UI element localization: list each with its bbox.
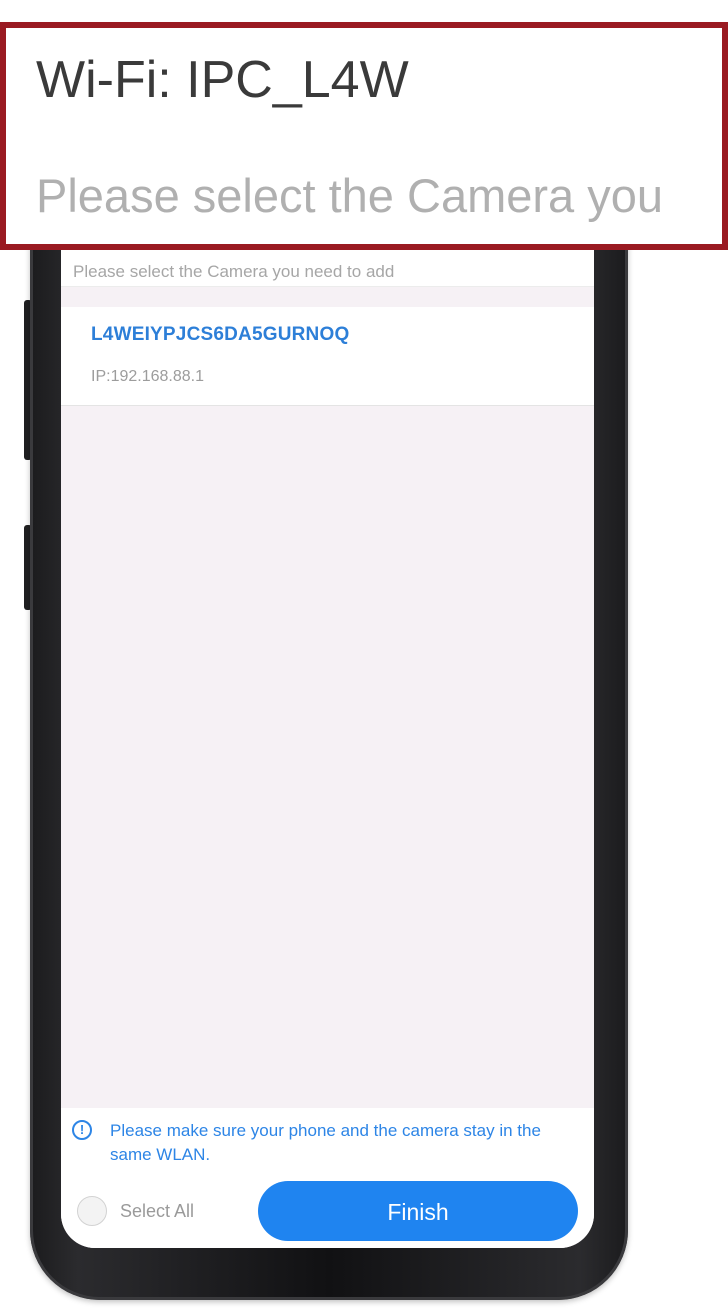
camera-select-hint-text: Please select the Camera you need to add <box>73 262 395 281</box>
wifi-network-label: Wi-Fi: IPC_L4W <box>36 51 409 109</box>
camera-ip-address: IP:192.168.88.1 <box>91 368 204 385</box>
camera-id: L4WEIYPJCS6DA5GURNOQ <box>91 324 350 345</box>
camera-list-item[interactable]: L4WEIYPJCS6DA5GURNOQ IP:192.168.88.1 <box>61 307 594 406</box>
finish-button[interactable]: Finish <box>258 1181 578 1241</box>
select-all-label: Select All <box>120 1200 195 1221</box>
phone-screen: Please select the Camera you need to add… <box>61 180 594 1248</box>
bottom-action-panel: ! Please make sure your phone and the ca… <box>61 1108 594 1248</box>
info-icon: ! <box>72 1120 92 1140</box>
select-all-radio[interactable] <box>77 1196 107 1226</box>
callout-hint-text: Please select the Camera you <box>36 169 663 222</box>
wlan-notice: Please make sure your phone and the came… <box>110 1121 541 1164</box>
zoom-callout: Wi-Fi: IPC_L4W Please select the Camera … <box>0 22 728 250</box>
page: Please select the Camera you need to add… <box>0 0 728 1311</box>
select-all-toggle[interactable]: Select All <box>77 1194 194 1228</box>
